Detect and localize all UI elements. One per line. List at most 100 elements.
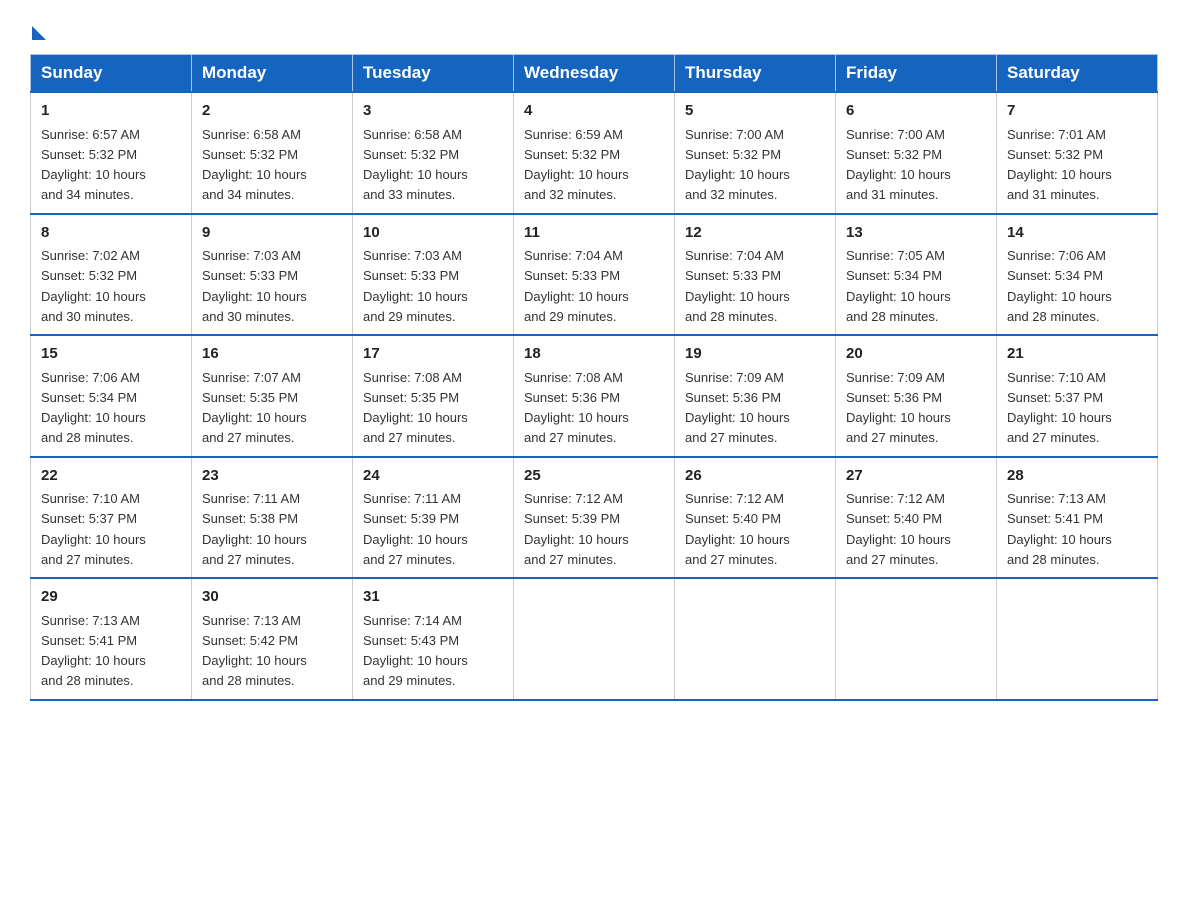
day-info: Sunrise: 7:10 AMSunset: 5:37 PMDaylight:… bbox=[41, 491, 146, 567]
calendar-cell: 16 Sunrise: 7:07 AMSunset: 5:35 PMDaylig… bbox=[192, 335, 353, 457]
day-number: 7 bbox=[1007, 100, 1147, 123]
calendar-cell: 31 Sunrise: 7:14 AMSunset: 5:43 PMDaylig… bbox=[353, 578, 514, 700]
day-number: 16 bbox=[202, 343, 342, 366]
calendar-cell: 23 Sunrise: 7:11 AMSunset: 5:38 PMDaylig… bbox=[192, 457, 353, 579]
calendar-header-saturday: Saturday bbox=[997, 55, 1158, 93]
day-info: Sunrise: 7:14 AMSunset: 5:43 PMDaylight:… bbox=[363, 613, 468, 689]
day-number: 26 bbox=[685, 465, 825, 488]
day-info: Sunrise: 7:10 AMSunset: 5:37 PMDaylight:… bbox=[1007, 370, 1112, 446]
calendar-cell: 21 Sunrise: 7:10 AMSunset: 5:37 PMDaylig… bbox=[997, 335, 1158, 457]
calendar-cell: 1 Sunrise: 6:57 AMSunset: 5:32 PMDayligh… bbox=[31, 92, 192, 214]
day-number: 23 bbox=[202, 465, 342, 488]
calendar-cell: 25 Sunrise: 7:12 AMSunset: 5:39 PMDaylig… bbox=[514, 457, 675, 579]
day-number: 29 bbox=[41, 586, 181, 609]
calendar-cell: 29 Sunrise: 7:13 AMSunset: 5:41 PMDaylig… bbox=[31, 578, 192, 700]
page-header bbox=[30, 20, 1158, 36]
calendar-cell: 5 Sunrise: 7:00 AMSunset: 5:32 PMDayligh… bbox=[675, 92, 836, 214]
day-info: Sunrise: 7:00 AMSunset: 5:32 PMDaylight:… bbox=[846, 127, 951, 203]
calendar-week-row: 22 Sunrise: 7:10 AMSunset: 5:37 PMDaylig… bbox=[31, 457, 1158, 579]
day-info: Sunrise: 7:06 AMSunset: 5:34 PMDaylight:… bbox=[1007, 248, 1112, 324]
calendar-cell: 20 Sunrise: 7:09 AMSunset: 5:36 PMDaylig… bbox=[836, 335, 997, 457]
day-number: 2 bbox=[202, 100, 342, 123]
day-info: Sunrise: 7:01 AMSunset: 5:32 PMDaylight:… bbox=[1007, 127, 1112, 203]
day-info: Sunrise: 7:04 AMSunset: 5:33 PMDaylight:… bbox=[685, 248, 790, 324]
calendar-cell: 22 Sunrise: 7:10 AMSunset: 5:37 PMDaylig… bbox=[31, 457, 192, 579]
calendar-cell: 15 Sunrise: 7:06 AMSunset: 5:34 PMDaylig… bbox=[31, 335, 192, 457]
calendar-header-row: SundayMondayTuesdayWednesdayThursdayFrid… bbox=[31, 55, 1158, 93]
day-number: 10 bbox=[363, 222, 503, 245]
day-number: 9 bbox=[202, 222, 342, 245]
calendar-week-row: 1 Sunrise: 6:57 AMSunset: 5:32 PMDayligh… bbox=[31, 92, 1158, 214]
calendar-cell: 10 Sunrise: 7:03 AMSunset: 5:33 PMDaylig… bbox=[353, 214, 514, 336]
day-info: Sunrise: 7:09 AMSunset: 5:36 PMDaylight:… bbox=[685, 370, 790, 446]
day-number: 18 bbox=[524, 343, 664, 366]
day-number: 25 bbox=[524, 465, 664, 488]
calendar-cell: 24 Sunrise: 7:11 AMSunset: 5:39 PMDaylig… bbox=[353, 457, 514, 579]
calendar-cell: 8 Sunrise: 7:02 AMSunset: 5:32 PMDayligh… bbox=[31, 214, 192, 336]
day-info: Sunrise: 7:00 AMSunset: 5:32 PMDaylight:… bbox=[685, 127, 790, 203]
day-info: Sunrise: 7:03 AMSunset: 5:33 PMDaylight:… bbox=[202, 248, 307, 324]
day-info: Sunrise: 7:12 AMSunset: 5:40 PMDaylight:… bbox=[685, 491, 790, 567]
logo-arrow-icon bbox=[32, 26, 46, 40]
day-number: 22 bbox=[41, 465, 181, 488]
calendar-cell: 19 Sunrise: 7:09 AMSunset: 5:36 PMDaylig… bbox=[675, 335, 836, 457]
calendar-cell bbox=[675, 578, 836, 700]
day-number: 19 bbox=[685, 343, 825, 366]
calendar-cell bbox=[514, 578, 675, 700]
day-number: 24 bbox=[363, 465, 503, 488]
day-number: 3 bbox=[363, 100, 503, 123]
day-info: Sunrise: 6:57 AMSunset: 5:32 PMDaylight:… bbox=[41, 127, 146, 203]
day-info: Sunrise: 7:11 AMSunset: 5:39 PMDaylight:… bbox=[363, 491, 468, 567]
day-number: 17 bbox=[363, 343, 503, 366]
calendar-cell: 13 Sunrise: 7:05 AMSunset: 5:34 PMDaylig… bbox=[836, 214, 997, 336]
day-number: 21 bbox=[1007, 343, 1147, 366]
calendar-cell: 28 Sunrise: 7:13 AMSunset: 5:41 PMDaylig… bbox=[997, 457, 1158, 579]
day-info: Sunrise: 7:12 AMSunset: 5:40 PMDaylight:… bbox=[846, 491, 951, 567]
calendar-cell: 18 Sunrise: 7:08 AMSunset: 5:36 PMDaylig… bbox=[514, 335, 675, 457]
day-number: 12 bbox=[685, 222, 825, 245]
day-info: Sunrise: 7:07 AMSunset: 5:35 PMDaylight:… bbox=[202, 370, 307, 446]
calendar-cell: 26 Sunrise: 7:12 AMSunset: 5:40 PMDaylig… bbox=[675, 457, 836, 579]
day-info: Sunrise: 7:04 AMSunset: 5:33 PMDaylight:… bbox=[524, 248, 629, 324]
calendar-header-sunday: Sunday bbox=[31, 55, 192, 93]
day-number: 30 bbox=[202, 586, 342, 609]
calendar-header-monday: Monday bbox=[192, 55, 353, 93]
day-info: Sunrise: 6:59 AMSunset: 5:32 PMDaylight:… bbox=[524, 127, 629, 203]
calendar-cell: 12 Sunrise: 7:04 AMSunset: 5:33 PMDaylig… bbox=[675, 214, 836, 336]
day-info: Sunrise: 7:06 AMSunset: 5:34 PMDaylight:… bbox=[41, 370, 146, 446]
day-number: 5 bbox=[685, 100, 825, 123]
day-info: Sunrise: 7:03 AMSunset: 5:33 PMDaylight:… bbox=[363, 248, 468, 324]
day-number: 27 bbox=[846, 465, 986, 488]
calendar-cell bbox=[836, 578, 997, 700]
calendar-cell: 11 Sunrise: 7:04 AMSunset: 5:33 PMDaylig… bbox=[514, 214, 675, 336]
calendar-cell: 4 Sunrise: 6:59 AMSunset: 5:32 PMDayligh… bbox=[514, 92, 675, 214]
day-number: 4 bbox=[524, 100, 664, 123]
calendar-header-friday: Friday bbox=[836, 55, 997, 93]
day-info: Sunrise: 7:08 AMSunset: 5:36 PMDaylight:… bbox=[524, 370, 629, 446]
calendar-cell: 7 Sunrise: 7:01 AMSunset: 5:32 PMDayligh… bbox=[997, 92, 1158, 214]
day-number: 31 bbox=[363, 586, 503, 609]
day-number: 14 bbox=[1007, 222, 1147, 245]
calendar-cell: 6 Sunrise: 7:00 AMSunset: 5:32 PMDayligh… bbox=[836, 92, 997, 214]
day-number: 8 bbox=[41, 222, 181, 245]
logo bbox=[30, 20, 46, 36]
calendar-cell: 3 Sunrise: 6:58 AMSunset: 5:32 PMDayligh… bbox=[353, 92, 514, 214]
day-info: Sunrise: 7:13 AMSunset: 5:41 PMDaylight:… bbox=[1007, 491, 1112, 567]
calendar-cell: 17 Sunrise: 7:08 AMSunset: 5:35 PMDaylig… bbox=[353, 335, 514, 457]
calendar-cell bbox=[997, 578, 1158, 700]
calendar-cell: 14 Sunrise: 7:06 AMSunset: 5:34 PMDaylig… bbox=[997, 214, 1158, 336]
calendar-week-row: 8 Sunrise: 7:02 AMSunset: 5:32 PMDayligh… bbox=[31, 214, 1158, 336]
calendar-week-row: 15 Sunrise: 7:06 AMSunset: 5:34 PMDaylig… bbox=[31, 335, 1158, 457]
day-info: Sunrise: 6:58 AMSunset: 5:32 PMDaylight:… bbox=[202, 127, 307, 203]
calendar-cell: 30 Sunrise: 7:13 AMSunset: 5:42 PMDaylig… bbox=[192, 578, 353, 700]
day-info: Sunrise: 6:58 AMSunset: 5:32 PMDaylight:… bbox=[363, 127, 468, 203]
day-info: Sunrise: 7:13 AMSunset: 5:42 PMDaylight:… bbox=[202, 613, 307, 689]
day-info: Sunrise: 7:12 AMSunset: 5:39 PMDaylight:… bbox=[524, 491, 629, 567]
day-number: 1 bbox=[41, 100, 181, 123]
day-number: 15 bbox=[41, 343, 181, 366]
calendar-week-row: 29 Sunrise: 7:13 AMSunset: 5:41 PMDaylig… bbox=[31, 578, 1158, 700]
day-info: Sunrise: 7:11 AMSunset: 5:38 PMDaylight:… bbox=[202, 491, 307, 567]
day-number: 6 bbox=[846, 100, 986, 123]
calendar-table: SundayMondayTuesdayWednesdayThursdayFrid… bbox=[30, 54, 1158, 701]
calendar-cell: 9 Sunrise: 7:03 AMSunset: 5:33 PMDayligh… bbox=[192, 214, 353, 336]
